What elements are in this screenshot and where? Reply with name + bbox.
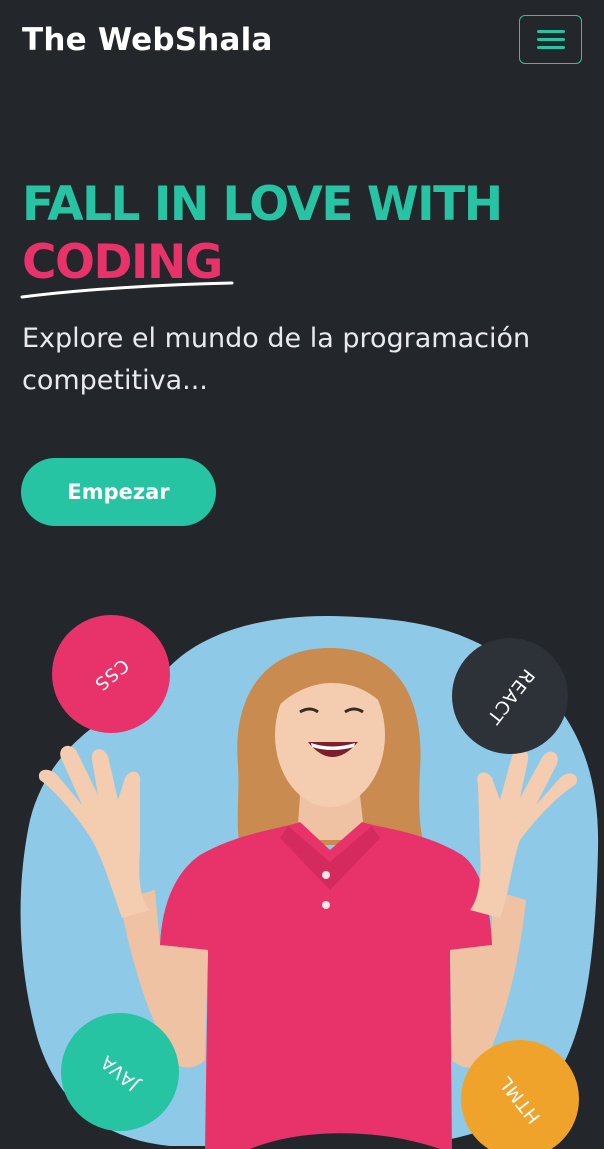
hamburger-menu-icon — [537, 30, 565, 33]
shirt-button — [322, 871, 330, 879]
underline-swoosh — [20, 281, 234, 299]
react-badge-label: REACT — [481, 664, 539, 728]
hero-tagline: Explore el mundo de la programación comp… — [22, 323, 531, 396]
shirt-button — [322, 901, 330, 909]
html-badge-label: HTML — [495, 1071, 545, 1127]
hero-headline: FALL IN LOVE WITH CODING — [22, 176, 503, 292]
react-badge: REACT — [452, 638, 568, 754]
navbar: The WebShala — [0, 0, 604, 82]
brand-logo[interactable]: The WebShala — [22, 20, 273, 60]
headline-line-1: FALL IN LOVE WITH — [22, 177, 503, 232]
menu-toggle-button[interactable] — [519, 15, 582, 64]
html-badge: HTML — [461, 1040, 579, 1149]
java-badge-label: JAVA — [96, 1049, 144, 1095]
java-badge: JAVA — [61, 1013, 179, 1131]
css-badge: CSS — [52, 615, 170, 733]
start-button[interactable]: Empezar — [21, 458, 216, 526]
hamburger-menu-icon-bar — [537, 46, 565, 49]
landing-page: The WebShala FALL IN LOVE WITH CODING Ex… — [0, 0, 604, 1149]
css-badge-label: CSS — [89, 653, 133, 695]
hamburger-menu-icon-bar — [537, 38, 565, 41]
